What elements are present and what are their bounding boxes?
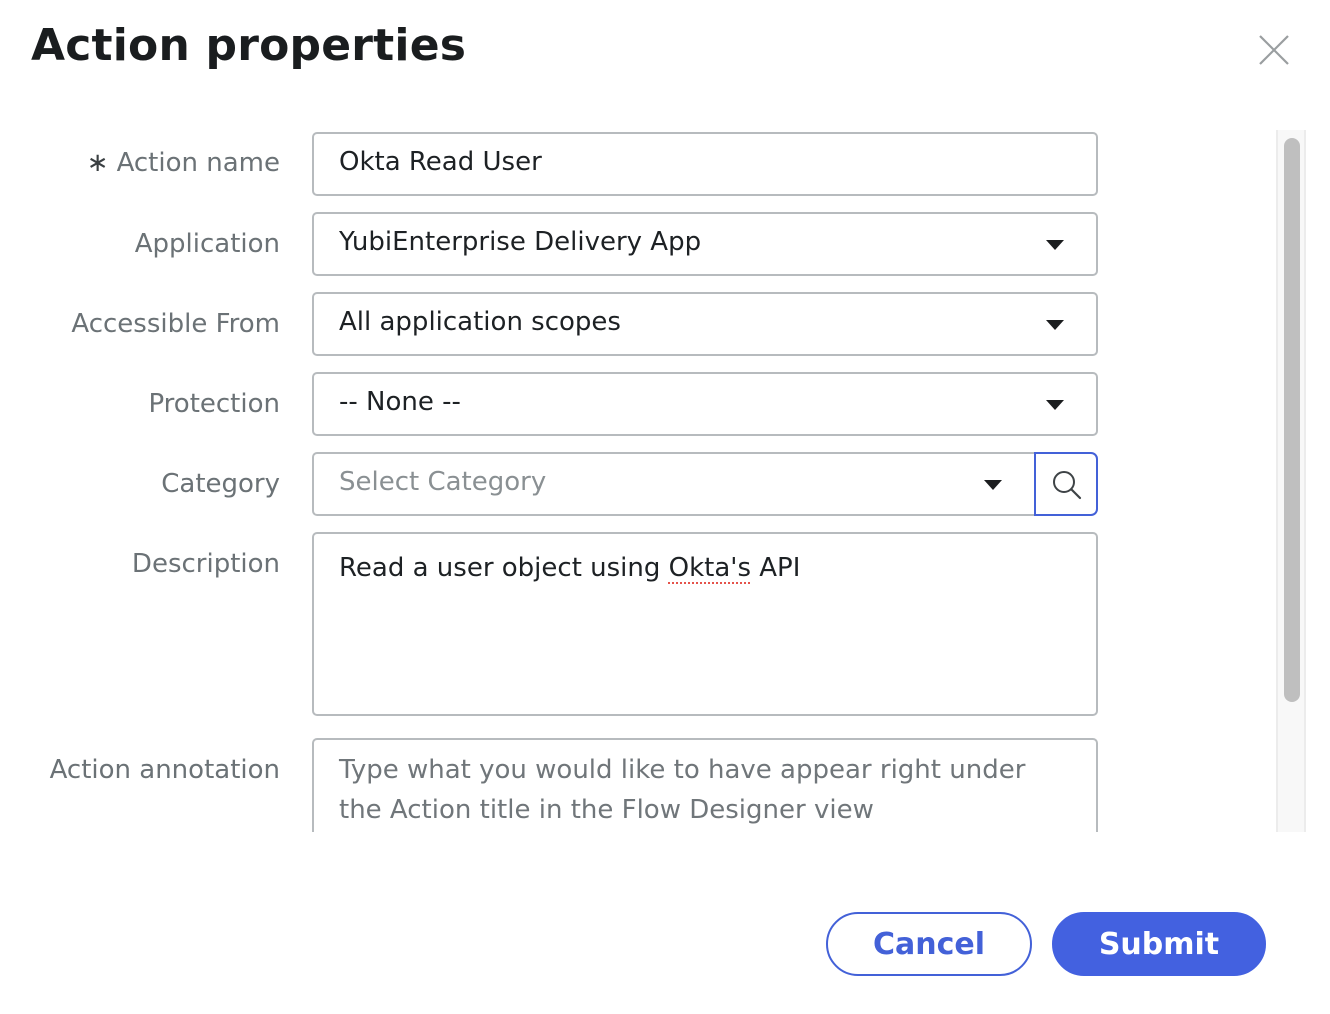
action-annotation-textarea[interactable]: Type what you would like to have appear …	[312, 738, 1098, 832]
cancel-button[interactable]: Cancel	[826, 912, 1032, 976]
caret-down-icon	[1046, 240, 1064, 250]
form-scrollbar[interactable]	[1276, 130, 1306, 832]
caret-down-icon	[1046, 320, 1064, 330]
action-name-label-text: Action name	[116, 148, 280, 178]
protection-select[interactable]: -- None --	[312, 372, 1098, 436]
spellcheck-word: Okta's	[668, 553, 751, 583]
application-select[interactable]: YubiEnterprise Delivery App	[312, 212, 1098, 276]
submit-button[interactable]: Submit	[1052, 912, 1266, 976]
application-value: YubiEnterprise Delivery App	[339, 227, 702, 257]
close-icon	[1259, 35, 1289, 65]
caret-down-icon	[1046, 400, 1064, 410]
search-icon	[1053, 471, 1082, 500]
action-annotation-placeholder: Type what you would like to have appear …	[339, 755, 1026, 825]
protection-value: -- None --	[339, 387, 461, 417]
action-annotation-label: Action annotation	[49, 755, 280, 785]
description-text-end: API	[751, 553, 801, 583]
accessible-from-value: All application scopes	[339, 307, 621, 337]
accessible-from-select[interactable]: All application scopes	[312, 292, 1098, 356]
required-marker: ∗	[86, 148, 109, 178]
caret-down-icon	[984, 480, 1002, 490]
close-button[interactable]	[1256, 32, 1292, 68]
description-text: Read a user object using	[339, 553, 669, 583]
protection-label: Protection	[148, 389, 280, 419]
form-scroll-region: ∗ Action name Okta Read User Application …	[0, 130, 1276, 832]
description-textarea[interactable]: Read a user object using Okta's API	[312, 532, 1098, 716]
category-search-button[interactable]	[1034, 452, 1098, 516]
description-label: Description	[131, 549, 280, 579]
dialog-title: Action properties	[31, 20, 467, 71]
category-select[interactable]: Select Category	[312, 452, 1034, 516]
category-placeholder: Select Category	[339, 467, 547, 497]
action-name-input[interactable]: Okta Read User	[312, 132, 1098, 196]
application-label: Application	[134, 229, 280, 259]
action-name-value: Okta Read User	[339, 147, 542, 177]
action-name-label: ∗ Action name	[87, 148, 280, 178]
category-label: Category	[161, 469, 280, 499]
description-value: Read a user object using Okta's API	[339, 548, 800, 588]
scrollbar-thumb[interactable]	[1284, 138, 1300, 702]
accessible-from-label: Accessible From	[71, 309, 280, 339]
